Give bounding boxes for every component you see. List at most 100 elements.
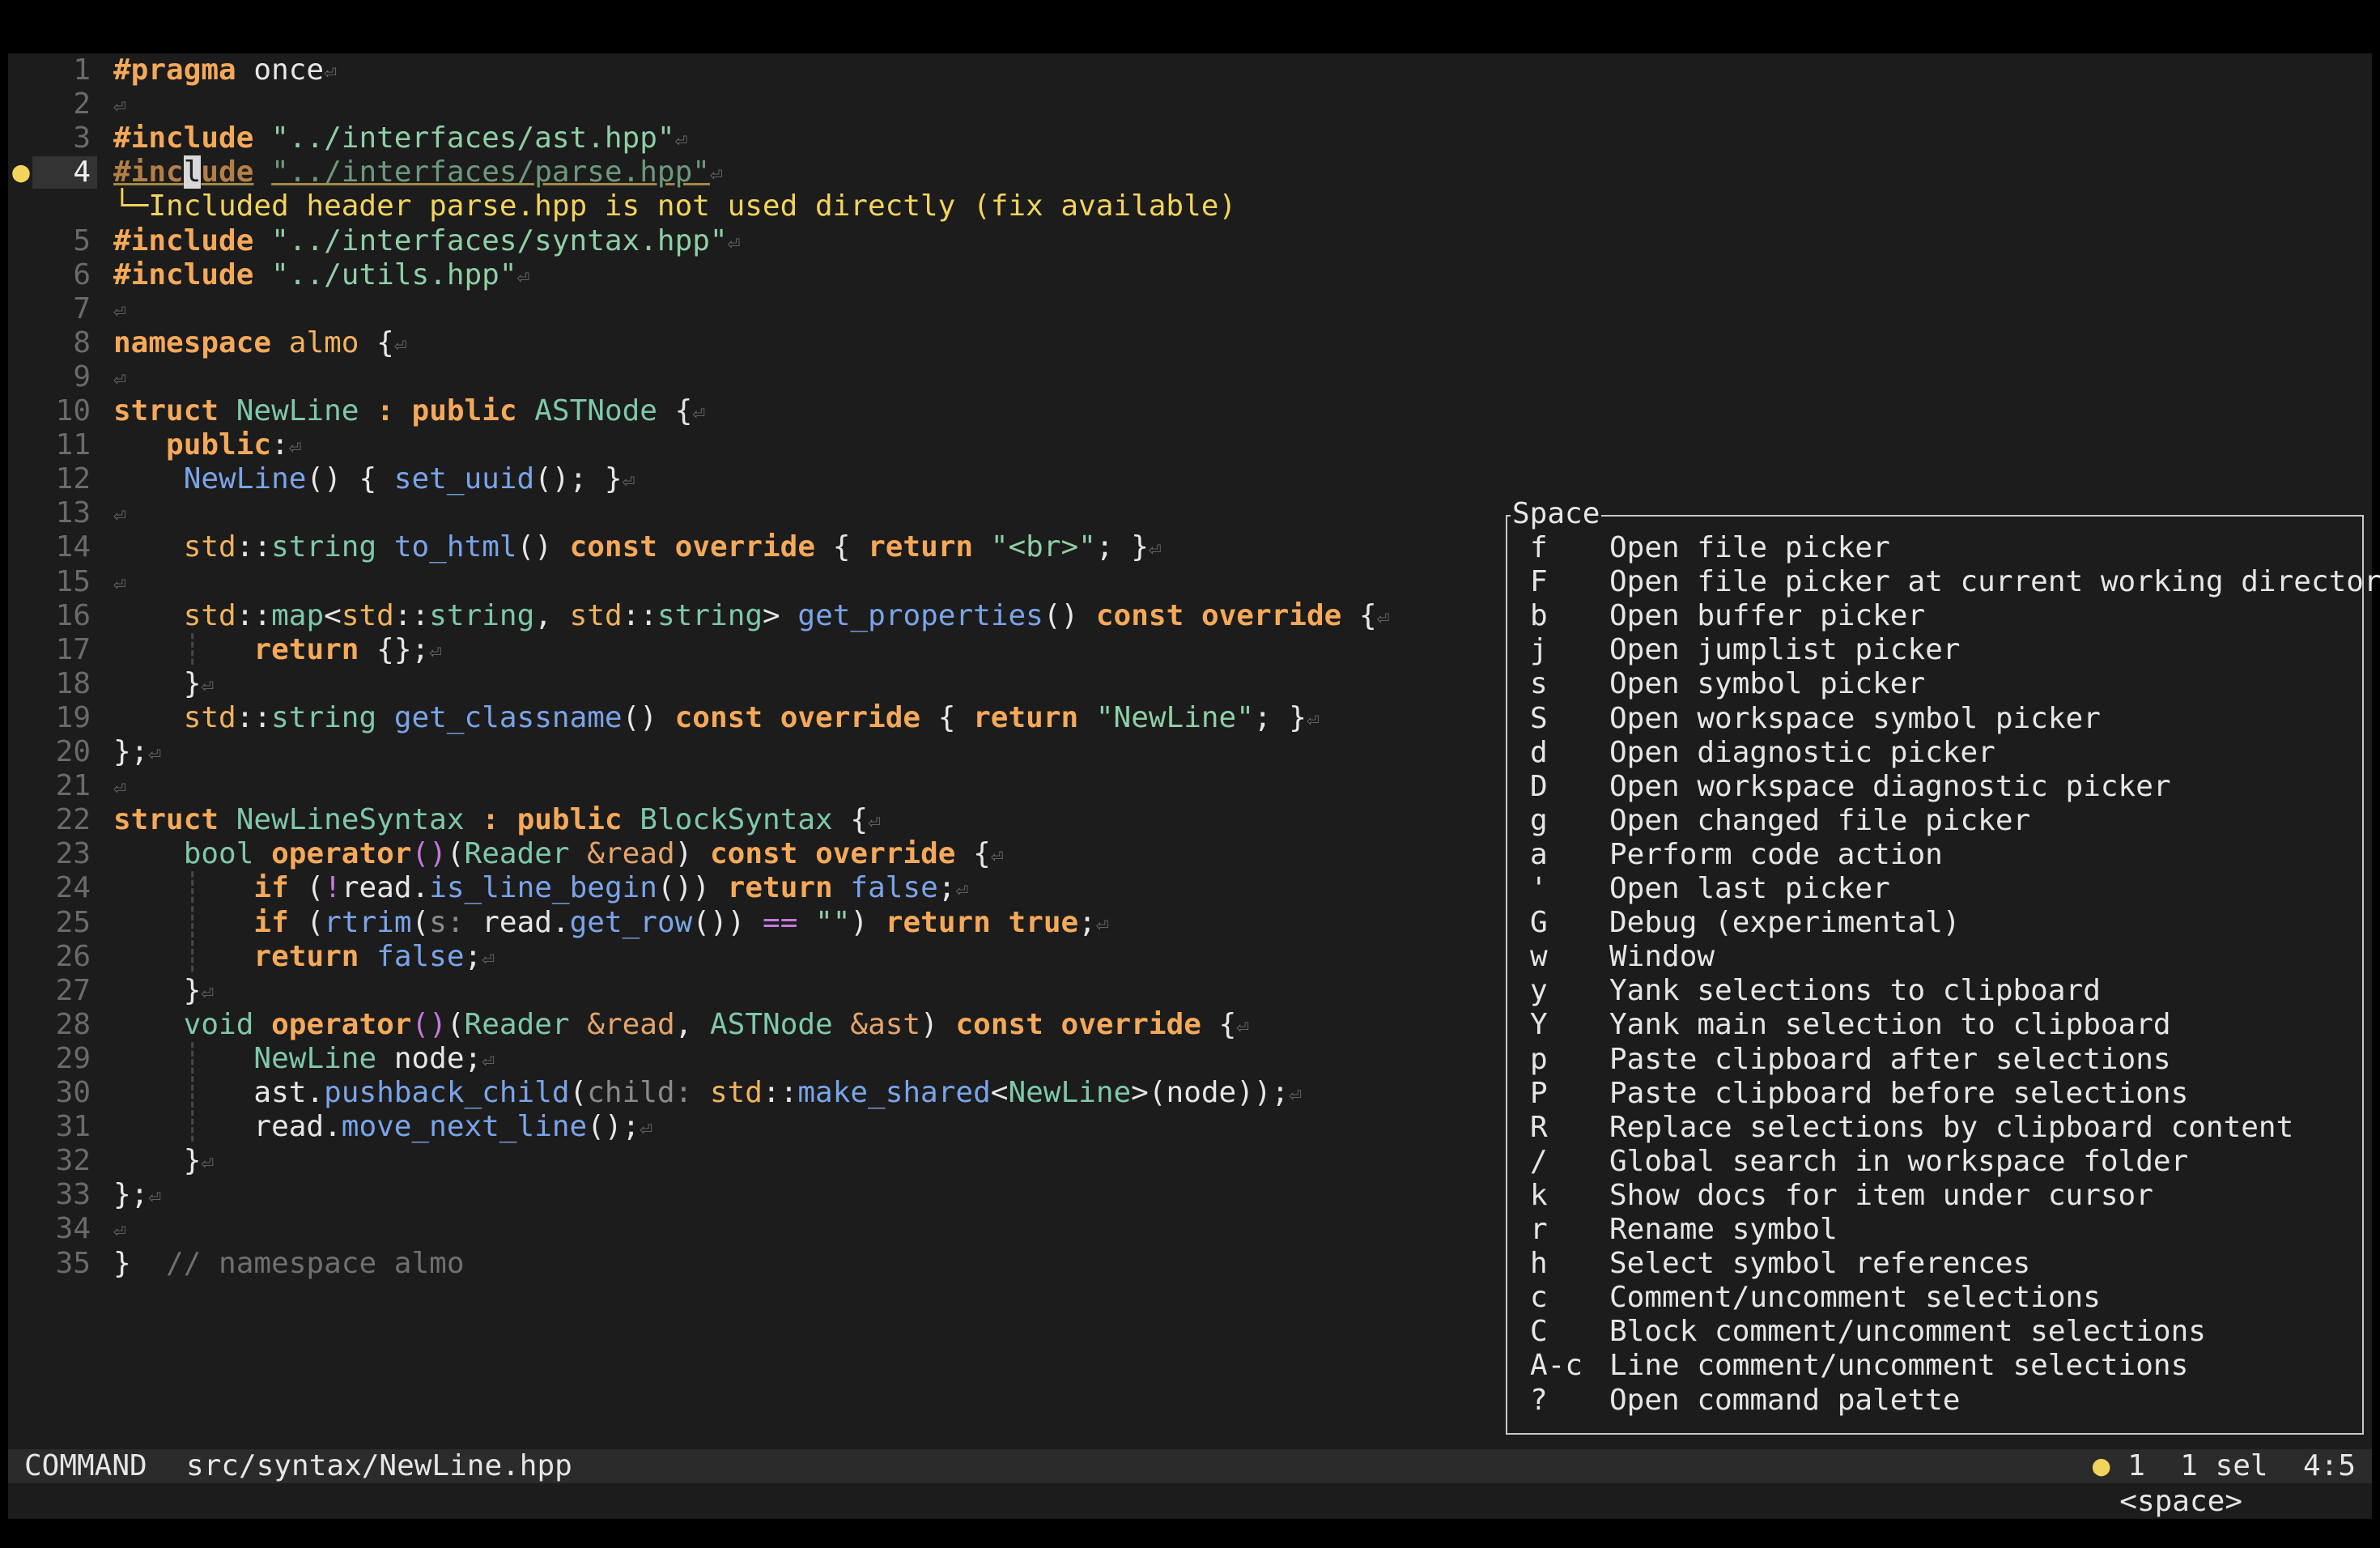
code-line[interactable]: 23 bool operator()(Reader &read) const o…	[0, 837, 1490, 871]
code-line[interactable]: 22 struct NewLineSyntax : public BlockSyn…	[0, 803, 1490, 837]
code-line[interactable]: 19 std::string get_classname() const ove…	[0, 701, 1490, 735]
space-menu-item[interactable]: G Debug (experimental)	[1530, 906, 1960, 940]
space-menu-item[interactable]: p Paste clipboard after selections	[1530, 1043, 2171, 1077]
code-line[interactable]: 21 ⏎	[0, 769, 1490, 803]
code-line[interactable]: 11 public:⏎	[0, 428, 1490, 462]
code-line[interactable]: 9 ⏎	[0, 360, 1490, 394]
space-menu-item[interactable]: S Open workspace symbol picker	[1530, 702, 2101, 736]
code-text: }⏎	[113, 667, 214, 704]
code-line[interactable]: 5 #include "../interfaces/syntax.hpp"⏎	[0, 224, 1490, 258]
space-menu-item[interactable]: y Yank selections to clipboard	[1530, 974, 2101, 1008]
status-right: ● 1 1 sel 4:5	[2093, 1449, 2356, 1483]
space-menu-item[interactable]: / Global search in workspace folder	[1530, 1145, 2188, 1179]
code-token: ; }	[1253, 700, 1307, 734]
space-menu-item[interactable]: h Select symbol references	[1530, 1247, 2030, 1281]
space-menu-item[interactable]: D Open workspace diagnostic picker	[1530, 770, 2171, 804]
line-number: 27	[55, 973, 91, 1007]
code-line[interactable]: 3 #include "../interfaces/ast.hpp"⏎	[0, 121, 1490, 155]
code-line[interactable]: 30 ┊ ast.pushback_child(child: std::make…	[0, 1076, 1490, 1110]
space-menu-item[interactable]: r Rename symbol	[1530, 1213, 1838, 1247]
code-text: std::string to_html() const override { r…	[113, 530, 1162, 567]
space-menu-item[interactable]: s Open symbol picker	[1530, 667, 1925, 701]
code-line[interactable]: 29 ┊ NewLine node;⏎	[0, 1042, 1490, 1076]
space-menu-item[interactable]: ' Open last picker	[1530, 872, 1890, 906]
space-menu-item[interactable]: g Open changed file picker	[1530, 804, 2030, 838]
code-token: ┊	[183, 1110, 202, 1144]
code-line[interactable]: 1 #pragma once⏎	[0, 53, 1490, 87]
code-text: } // namespace almo	[113, 1247, 465, 1281]
end-of-line-icon: ⏎	[516, 265, 530, 290]
space-menu-item[interactable]: k Show docs for item under cursor	[1530, 1179, 2153, 1213]
code-line[interactable]: 10 struct NewLine : public ASTNode {⏎	[0, 394, 1490, 428]
code-line[interactable]: ● 4 #include "../interfaces/parse.hpp"⏎	[0, 155, 1490, 189]
code-token: make_shared	[797, 1076, 991, 1109]
line-number: 3	[73, 121, 91, 155]
space-menu-item[interactable]: b Open buffer picker	[1530, 599, 1925, 633]
code-line[interactable]: 27 }⏎	[0, 974, 1490, 1008]
code-line[interactable]: 31 ┊ read.move_next_line();⏎	[0, 1110, 1490, 1144]
code-token: struct	[113, 394, 219, 427]
code-token: return	[885, 905, 991, 939]
space-menu-item[interactable]: R Replace selections by clipboard content	[1530, 1111, 2293, 1145]
code-line[interactable]: 32 }⏎	[0, 1144, 1490, 1178]
space-menu-item[interactable]: Y Yank main selection to clipboard	[1530, 1008, 2171, 1042]
code-token: (); }	[534, 462, 623, 496]
code-token: #include	[113, 223, 254, 257]
code-line[interactable]: 8 namespace almo {⏎	[0, 326, 1490, 360]
code-line[interactable]: 26 ┊ return false;⏎	[0, 940, 1490, 974]
code-text: namespace almo {⏎	[113, 326, 406, 363]
code-token: {	[955, 837, 991, 871]
code-token: ::	[393, 598, 430, 632]
space-menu-item[interactable]: F Open file picker at current working dir…	[1530, 565, 2380, 599]
code-line[interactable]: 16 std::map<std::string, std::string> ge…	[0, 599, 1490, 633]
code-token: rtrim	[324, 905, 412, 939]
space-menu-item[interactable]: c Comment/uncomment selections	[1530, 1281, 2101, 1315]
code-token: {	[657, 394, 693, 427]
code-line[interactable]: 35} // namespace almo	[0, 1247, 1490, 1281]
code-text: #include "../utils.hpp"⏎	[113, 258, 529, 295]
space-menu-item[interactable]: d Open diagnostic picker	[1530, 736, 1995, 770]
space-menu-item[interactable]: f Open file picker	[1530, 531, 1890, 565]
command-line[interactable]: <space>	[8, 1485, 2372, 1519]
space-menu-item[interactable]: a Perform code action	[1530, 838, 1943, 872]
code-line[interactable]: 24 ┊ if (!read.is_line_begin()) return f…	[0, 871, 1490, 905]
code-line[interactable]: 13 ⏎	[0, 496, 1490, 530]
menu-item-key: P	[1530, 1076, 1548, 1110]
menu-item-key: F	[1530, 565, 1548, 599]
code-token: ==	[763, 905, 798, 939]
code-line[interactable]: 33};⏎	[0, 1178, 1490, 1212]
line-number: 17	[55, 632, 91, 666]
code-line[interactable]: 28 void operator()(Reader &read, ASTNode…	[0, 1008, 1490, 1042]
code-line[interactable]: 34 ⏎	[0, 1212, 1490, 1246]
space-menu-item[interactable]: j Open jumplist picker	[1530, 633, 1960, 667]
line-number: 7	[73, 291, 91, 325]
code-line[interactable]: 17 ┊ return {};⏎	[0, 633, 1490, 667]
code-line[interactable]: 15 ⏎	[0, 565, 1490, 599]
code-line[interactable]: 12 NewLine() { set_uuid(); }⏎	[0, 462, 1490, 496]
space-menu-item[interactable]: w Window	[1530, 940, 1715, 974]
code-line[interactable]: 25 ┊ if (rtrim(s: read.get_row()) == "")…	[0, 906, 1490, 940]
code-line[interactable]: 18 }⏎	[0, 667, 1490, 701]
space-menu-item[interactable]: ? Open command palette	[1530, 1384, 1960, 1418]
space-menu-item[interactable]: A-c Line comment/uncomment selections	[1530, 1349, 2188, 1383]
code-line[interactable]: 7 ⏎	[0, 292, 1490, 326]
code-line[interactable]: 20};⏎	[0, 735, 1490, 769]
menu-item-key: c	[1530, 1281, 1548, 1315]
space-menu-item[interactable]: C Block comment/uncomment selections	[1530, 1315, 2206, 1349]
code-token: NewLine	[1008, 1076, 1132, 1109]
code-line[interactable]: 2 ⏎	[0, 87, 1490, 121]
file-path: src/syntax/NewLine.hpp	[186, 1449, 572, 1482]
code-line[interactable]: 14 std::string to_html() const override …	[0, 530, 1490, 564]
menu-item-key: r	[1530, 1213, 1548, 1246]
code-line[interactable]: 6 #include "../utils.hpp"⏎	[0, 258, 1490, 292]
menu-item-key: d	[1530, 735, 1548, 769]
code-token: if	[253, 905, 289, 939]
space-menu-item[interactable]: P Paste clipboard before selections	[1530, 1077, 2188, 1111]
